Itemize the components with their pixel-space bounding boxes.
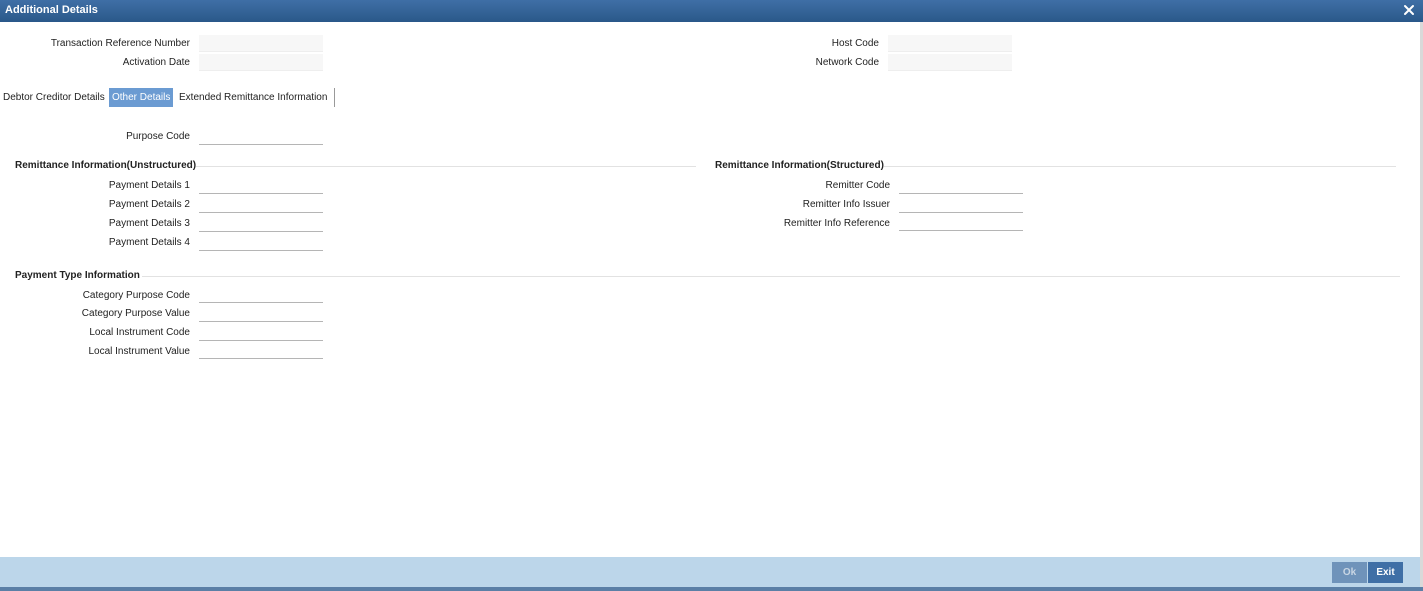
network-code-field (888, 54, 1012, 71)
remitter-info-reference-label: Remitter Info Reference (783, 218, 890, 229)
remittance-structured-divider (884, 166, 1396, 167)
tab-other-details[interactable]: Other Details (109, 88, 174, 107)
remitter-info-issuer-label: Remitter Info Issuer (802, 199, 890, 210)
payment-details-1-label: Payment Details 1 (108, 180, 190, 191)
category-purpose-value-input[interactable] (199, 304, 323, 322)
payment-details-3-input[interactable] (199, 214, 323, 232)
payment-type-heading: Payment Type Information (15, 270, 140, 281)
tab-extended-remittance-information[interactable]: Extended Remittance Information (176, 88, 330, 107)
host-code-label: Host Code (831, 38, 879, 49)
window-titlebar: Additional Details (0, 0, 1423, 22)
remitter-info-issuer-input[interactable] (899, 195, 1023, 213)
local-instrument-code-label: Local Instrument Code (89, 327, 190, 338)
remitter-code-label: Remitter Code (825, 180, 890, 191)
remittance-unstructured-heading: Remittance Information(Unstructured) (15, 160, 197, 171)
remittance-unstructured-divider (196, 166, 696, 167)
payment-details-2-input[interactable] (199, 195, 323, 213)
local-instrument-value-label: Local Instrument Value (88, 346, 190, 357)
category-purpose-value-label: Category Purpose Value (81, 308, 190, 319)
footer-bottom-border (0, 587, 1423, 591)
remitter-code-input[interactable] (899, 176, 1023, 194)
payment-details-2-label: Payment Details 2 (108, 199, 190, 210)
remitter-info-reference-input[interactable] (899, 213, 1023, 231)
category-purpose-code-label: Category Purpose Code (82, 290, 190, 301)
activation-date-label: Activation Date (122, 57, 190, 68)
payment-details-3-label: Payment Details 3 (108, 218, 190, 229)
purpose-code-label: Purpose Code (126, 131, 190, 142)
local-instrument-code-input[interactable] (199, 323, 323, 341)
exit-button[interactable]: Exit (1368, 562, 1403, 583)
activation-date-field (199, 54, 323, 71)
footer-bar: Ok Exit (0, 557, 1420, 587)
purpose-code-input[interactable] (199, 127, 323, 145)
tab-debtor-creditor-details[interactable]: Debtor Creditor Details (0, 88, 108, 107)
transaction-reference-number-label: Transaction Reference Number (50, 38, 190, 49)
payment-details-4-label: Payment Details 4 (108, 237, 190, 248)
local-instrument-value-input[interactable] (199, 341, 323, 359)
tab-separator (334, 88, 335, 107)
network-code-label: Network Code (815, 57, 879, 68)
payment-type-divider (142, 276, 1400, 277)
transaction-reference-number-field (199, 35, 323, 52)
category-purpose-code-input[interactable] (199, 285, 323, 303)
close-icon[interactable] (1401, 2, 1417, 18)
ok-button[interactable]: Ok (1332, 562, 1367, 583)
payment-details-4-input[interactable] (199, 233, 323, 251)
window-title: Additional Details (5, 4, 98, 16)
host-code-field (888, 35, 1012, 52)
payment-details-1-input[interactable] (199, 176, 323, 194)
remittance-structured-heading: Remittance Information(Structured) (715, 160, 884, 171)
